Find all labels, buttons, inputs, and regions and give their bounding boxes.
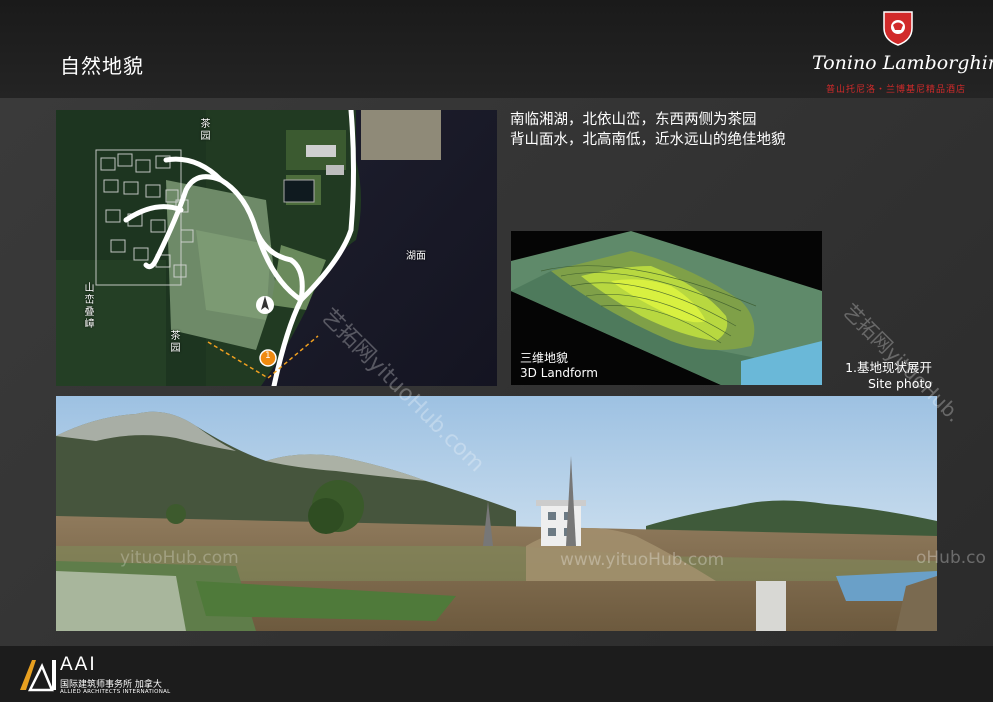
watermark-5: oHub.co xyxy=(916,548,986,568)
page-title: 自然地貌 xyxy=(60,54,144,78)
mountain-label: 山峦叠嶂 xyxy=(82,282,93,330)
tea-garden-label-top: 茶园 xyxy=(198,118,209,142)
landform-caption-cn: 三维地貌 xyxy=(520,351,569,365)
aai-logo-en: ALLIED ARCHITECTS INTERNATIONAL xyxy=(60,689,171,695)
site-panorama-photo xyxy=(56,396,937,631)
aerial-site-map: 茶园 茶园 山峦叠嶂 湖面 1 xyxy=(56,110,497,386)
brand-logo: Tonino Lamborghini 普山托尼洛・兰博基尼精品酒店 xyxy=(812,10,993,96)
description-line-2: 背山面水，北高南低，近水远山的绝佳地貌 xyxy=(510,132,786,148)
tea-garden-label-bottom: 茶园 xyxy=(168,330,179,354)
bull-shield-icon xyxy=(883,11,913,46)
watermark-4: yituoHub.com xyxy=(120,548,239,568)
landform-3d-image: 三维地貌 3D Landform xyxy=(511,231,822,385)
view-point-marker: 1 xyxy=(265,351,271,361)
aai-logo-title: AAI xyxy=(60,654,97,675)
brand-name: Tonino Lamborghini xyxy=(812,52,993,74)
aerial-map-graphic xyxy=(56,110,497,386)
watermark-3: www.yituoHub.com xyxy=(560,550,725,570)
landform-caption: 三维地貌 3D Landform xyxy=(520,351,598,381)
panorama-graphic xyxy=(56,396,937,631)
description-line-1: 南临湘湖，北依山峦，东西两侧为茶园 xyxy=(510,112,757,128)
landform-caption-en: 3D Landform xyxy=(520,366,598,380)
site-description: 南临湘湖，北依山峦，东西两侧为茶园 背山面水，北高南低，近水远山的绝佳地貌 xyxy=(510,110,850,150)
lake-label: 湖面 xyxy=(406,251,426,262)
aai-logo-icon xyxy=(18,656,60,692)
brand-subtitle: 普山托尼洛・兰博基尼精品酒店 xyxy=(825,85,966,95)
